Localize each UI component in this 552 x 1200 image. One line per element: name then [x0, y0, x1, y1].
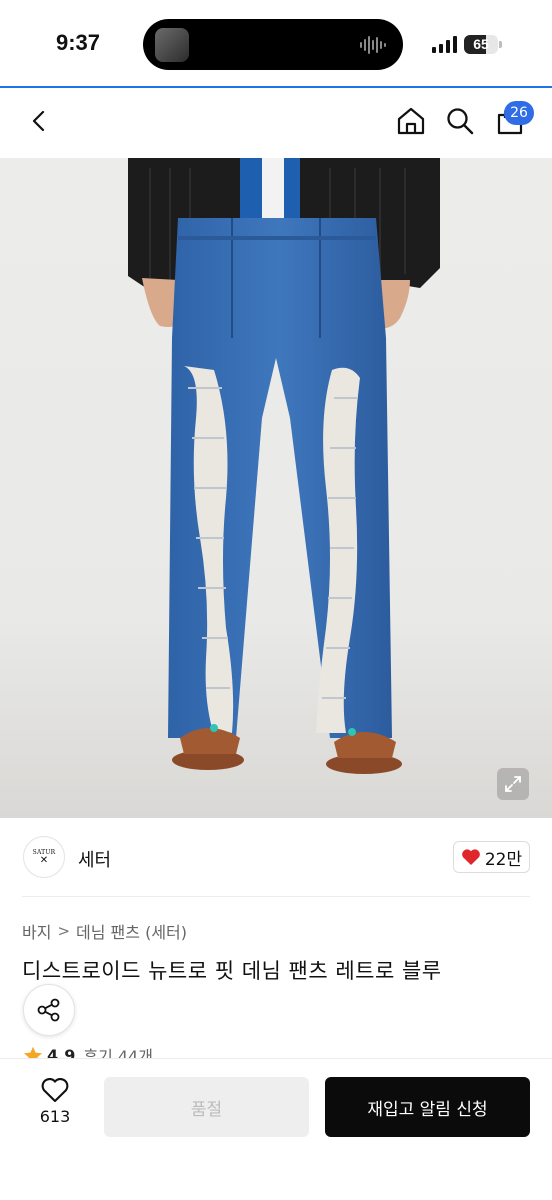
- divider: [22, 896, 530, 897]
- share-button[interactable]: [23, 984, 75, 1036]
- status-bar: 9:37 65: [0, 0, 552, 88]
- wishlist-count: 613: [39, 1107, 71, 1126]
- heart-filled-icon: [462, 849, 480, 865]
- chevron-left-icon: [32, 110, 45, 132]
- share-icon: [37, 998, 60, 1022]
- brand-name[interactable]: 세터: [78, 846, 111, 872]
- home-icon: [397, 107, 425, 135]
- audio-waveform-icon: [360, 36, 386, 54]
- bottom-action-bar: 613 품절 재입고 알림 신청: [0, 1058, 552, 1200]
- restock-alert-button[interactable]: 재입고 알림 신청: [325, 1077, 530, 1137]
- cart-count-badge: 26: [504, 101, 534, 125]
- search-button[interactable]: [443, 104, 477, 138]
- breadcrumb: 바지 > 데님 팬츠 (세터): [22, 919, 187, 943]
- breadcrumb-item-category[interactable]: 바지: [22, 919, 51, 943]
- breadcrumb-item-subcategory[interactable]: 데님 팬츠 (세터): [76, 919, 187, 943]
- status-time: 9:37: [56, 30, 101, 55]
- expand-icon: [505, 776, 521, 792]
- product-image[interactable]: [0, 158, 552, 818]
- product-photo-jeans: [0, 158, 552, 818]
- battery-cap: [499, 41, 502, 48]
- brand-like-button[interactable]: 22만: [453, 841, 530, 873]
- brand-logo[interactable]: SATUR ✕: [23, 836, 65, 878]
- battery-percentage: 65: [473, 36, 489, 52]
- brand-like-count: 22만: [484, 849, 523, 870]
- sold-out-button: 품절: [104, 1077, 309, 1137]
- expand-image-button[interactable]: [497, 768, 529, 800]
- home-button[interactable]: [394, 104, 428, 138]
- top-navigation: [0, 88, 552, 158]
- breadcrumb-separator: >: [57, 922, 71, 940]
- dynamic-island[interactable]: [143, 19, 403, 70]
- search-icon: [447, 108, 474, 135]
- now-playing-thumbnail: [155, 28, 189, 62]
- battery-indicator: 65: [464, 35, 498, 54]
- back-button[interactable]: [22, 104, 56, 138]
- brand-logo-mark-icon: ✕: [39, 854, 49, 866]
- wishlist-button[interactable]: 613: [28, 1077, 82, 1126]
- heart-outline-icon: [41, 1078, 69, 1103]
- cellular-signal-icon: [432, 36, 457, 53]
- product-title: 디스트로이드 뉴트로 핏 데님 팬츠 레트로 블루: [22, 959, 442, 983]
